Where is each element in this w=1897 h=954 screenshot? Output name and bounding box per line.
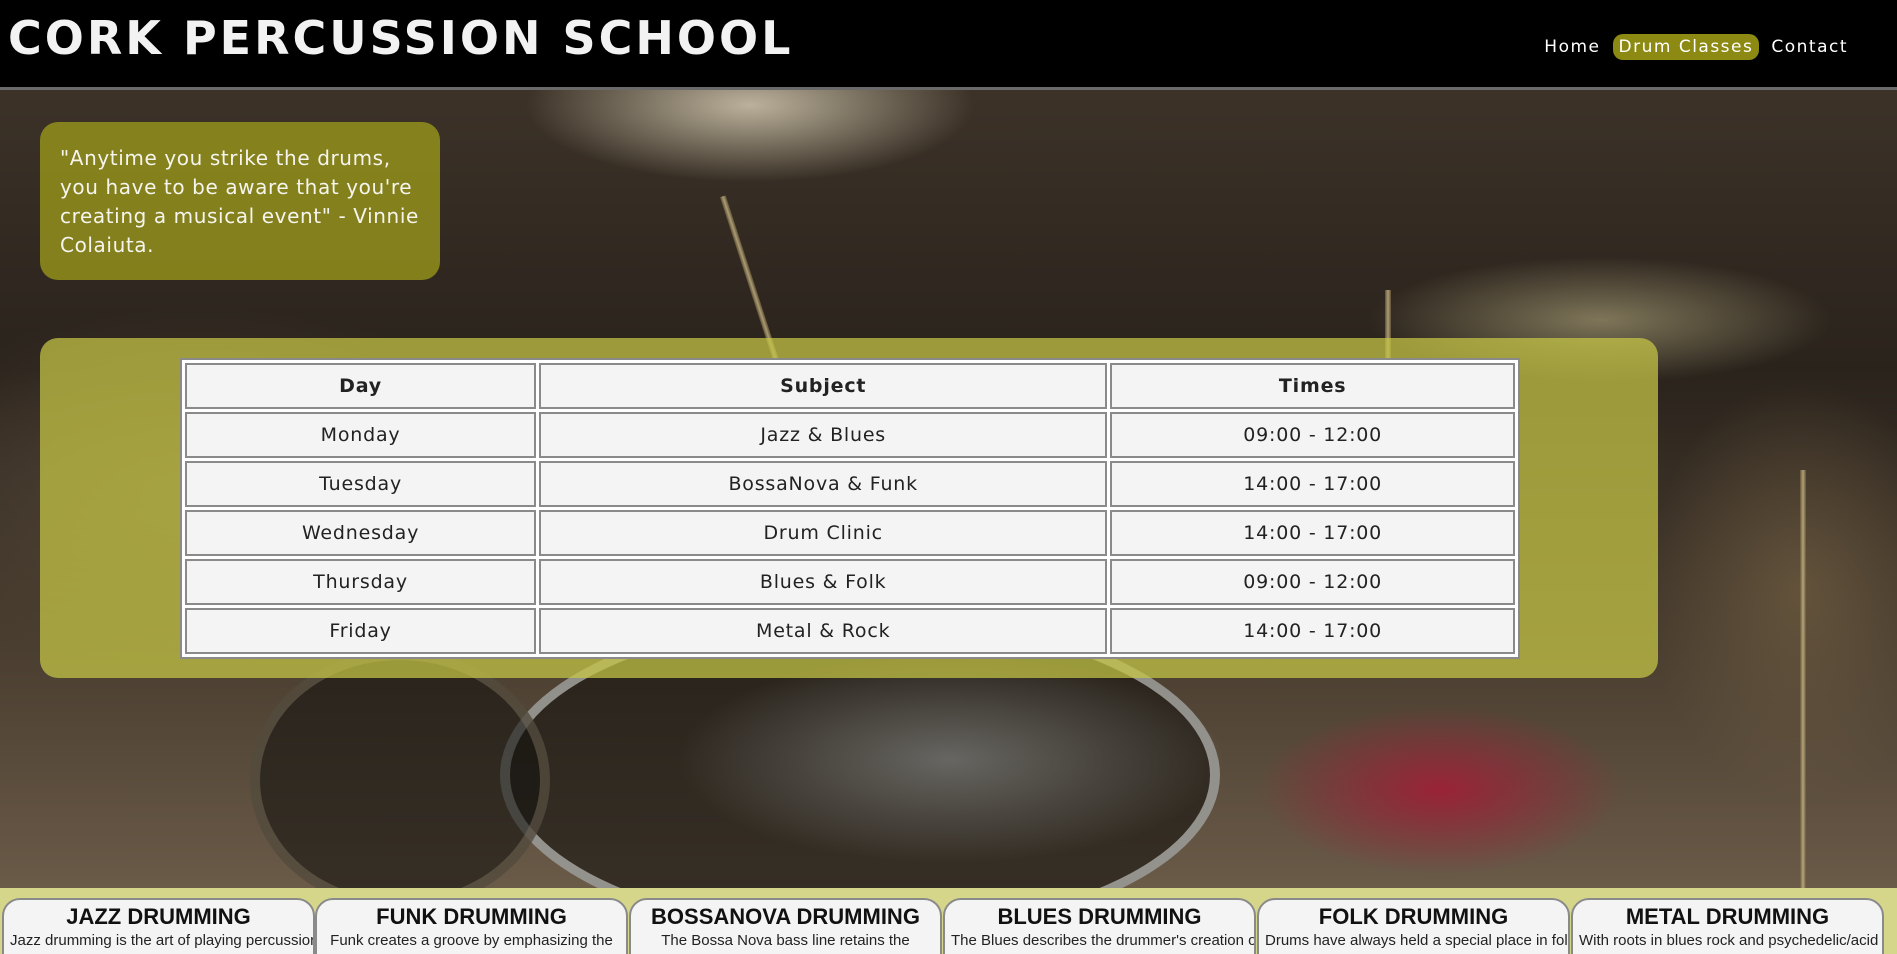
day-cell: Wednesday	[185, 510, 537, 556]
card-title: BOSSANOVA DRUMMING	[651, 904, 920, 929]
day-cell: Friday	[185, 608, 537, 654]
times-cell: 14:00 - 17:00	[1110, 510, 1515, 556]
class-cards-strip: JAZZ DRUMMING Jazz drumming is the art o…	[0, 888, 1897, 954]
schedule-table: Day Subject Times Monday Jazz & Blues 09…	[180, 358, 1520, 659]
times-cell: 14:00 - 17:00	[1110, 461, 1515, 507]
tom-drum	[250, 650, 550, 888]
card-title: FOLK DRUMMING	[1318, 904, 1509, 929]
class-card-funk[interactable]: FUNK DRUMMING Funk creates a groove by e…	[315, 898, 628, 954]
nav-link-home[interactable]: Home	[1538, 34, 1606, 60]
schedule-panel: Day Subject Times Monday Jazz & Blues 09…	[40, 338, 1658, 678]
card-text: The Bossa Nova bass line retains the	[661, 932, 910, 949]
class-card-bossanova[interactable]: BOSSANOVA DRUMMING The Bossa Nova bass l…	[629, 898, 942, 954]
card-title: JAZZ DRUMMING	[66, 904, 251, 929]
site-header: CORK PERCUSSION SCHOOL Home Drum Classes…	[0, 0, 1897, 90]
column-header-subject: Subject	[539, 363, 1108, 409]
times-cell: 14:00 - 17:00	[1110, 608, 1515, 654]
table-row: Tuesday BossaNova & Funk 14:00 - 17:00	[185, 461, 1515, 507]
class-card-blues[interactable]: BLUES DRUMMING The Blues describes the d…	[943, 898, 1256, 954]
table-row: Thursday Blues & Folk 09:00 - 12:00	[185, 559, 1515, 605]
column-header-times: Times	[1110, 363, 1515, 409]
card-text: The Blues describes the drummer's creati…	[951, 932, 1254, 949]
subject-cell: Metal & Rock	[539, 608, 1108, 654]
times-cell: 09:00 - 12:00	[1110, 412, 1515, 458]
quote-text: "Anytime you strike the drums, you have …	[60, 146, 419, 257]
card-title: BLUES DRUMMING	[997, 904, 1202, 929]
table-row: Monday Jazz & Blues 09:00 - 12:00	[185, 412, 1515, 458]
cymbal-stand	[1800, 470, 1806, 888]
table-row: Friday Metal & Rock 14:00 - 17:00	[185, 608, 1515, 654]
card-title: METAL DRUMMING	[1625, 904, 1830, 929]
card-text: With roots in blues rock and psychedelic…	[1579, 932, 1879, 949]
class-card-folk[interactable]: FOLK DRUMMING Drums have always held a s…	[1257, 898, 1570, 954]
main-nav: Home Drum Classes Contact	[1538, 34, 1854, 60]
card-text: Jazz drumming is the art of playing perc…	[10, 932, 313, 949]
class-card-jazz[interactable]: JAZZ DRUMMING Jazz drumming is the art o…	[2, 898, 315, 954]
site-title: CORK PERCUSSION SCHOOL	[8, 11, 794, 65]
subject-cell: Blues & Folk	[539, 559, 1108, 605]
quote-card: "Anytime you strike the drums, you have …	[40, 122, 440, 280]
nav-link-contact[interactable]: Contact	[1765, 34, 1854, 60]
column-header-day: Day	[185, 363, 537, 409]
table-row: Wednesday Drum Clinic 14:00 - 17:00	[185, 510, 1515, 556]
subject-cell: Jazz & Blues	[539, 412, 1108, 458]
day-cell: Monday	[185, 412, 537, 458]
card-text: Drums have always held a special place i…	[1265, 932, 1568, 949]
table-header-row: Day Subject Times	[185, 363, 1515, 409]
class-card-metal[interactable]: METAL DRUMMING With roots in blues rock …	[1571, 898, 1884, 954]
nav-link-drum-classes[interactable]: Drum Classes	[1612, 34, 1760, 60]
day-cell: Thursday	[185, 559, 537, 605]
day-cell: Tuesday	[185, 461, 537, 507]
times-cell: 09:00 - 12:00	[1110, 559, 1515, 605]
subject-cell: Drum Clinic	[539, 510, 1108, 556]
card-title: FUNK DRUMMING	[376, 904, 567, 929]
card-text: Funk creates a groove by emphasizing the	[330, 932, 613, 949]
subject-cell: BossaNova & Funk	[539, 461, 1108, 507]
